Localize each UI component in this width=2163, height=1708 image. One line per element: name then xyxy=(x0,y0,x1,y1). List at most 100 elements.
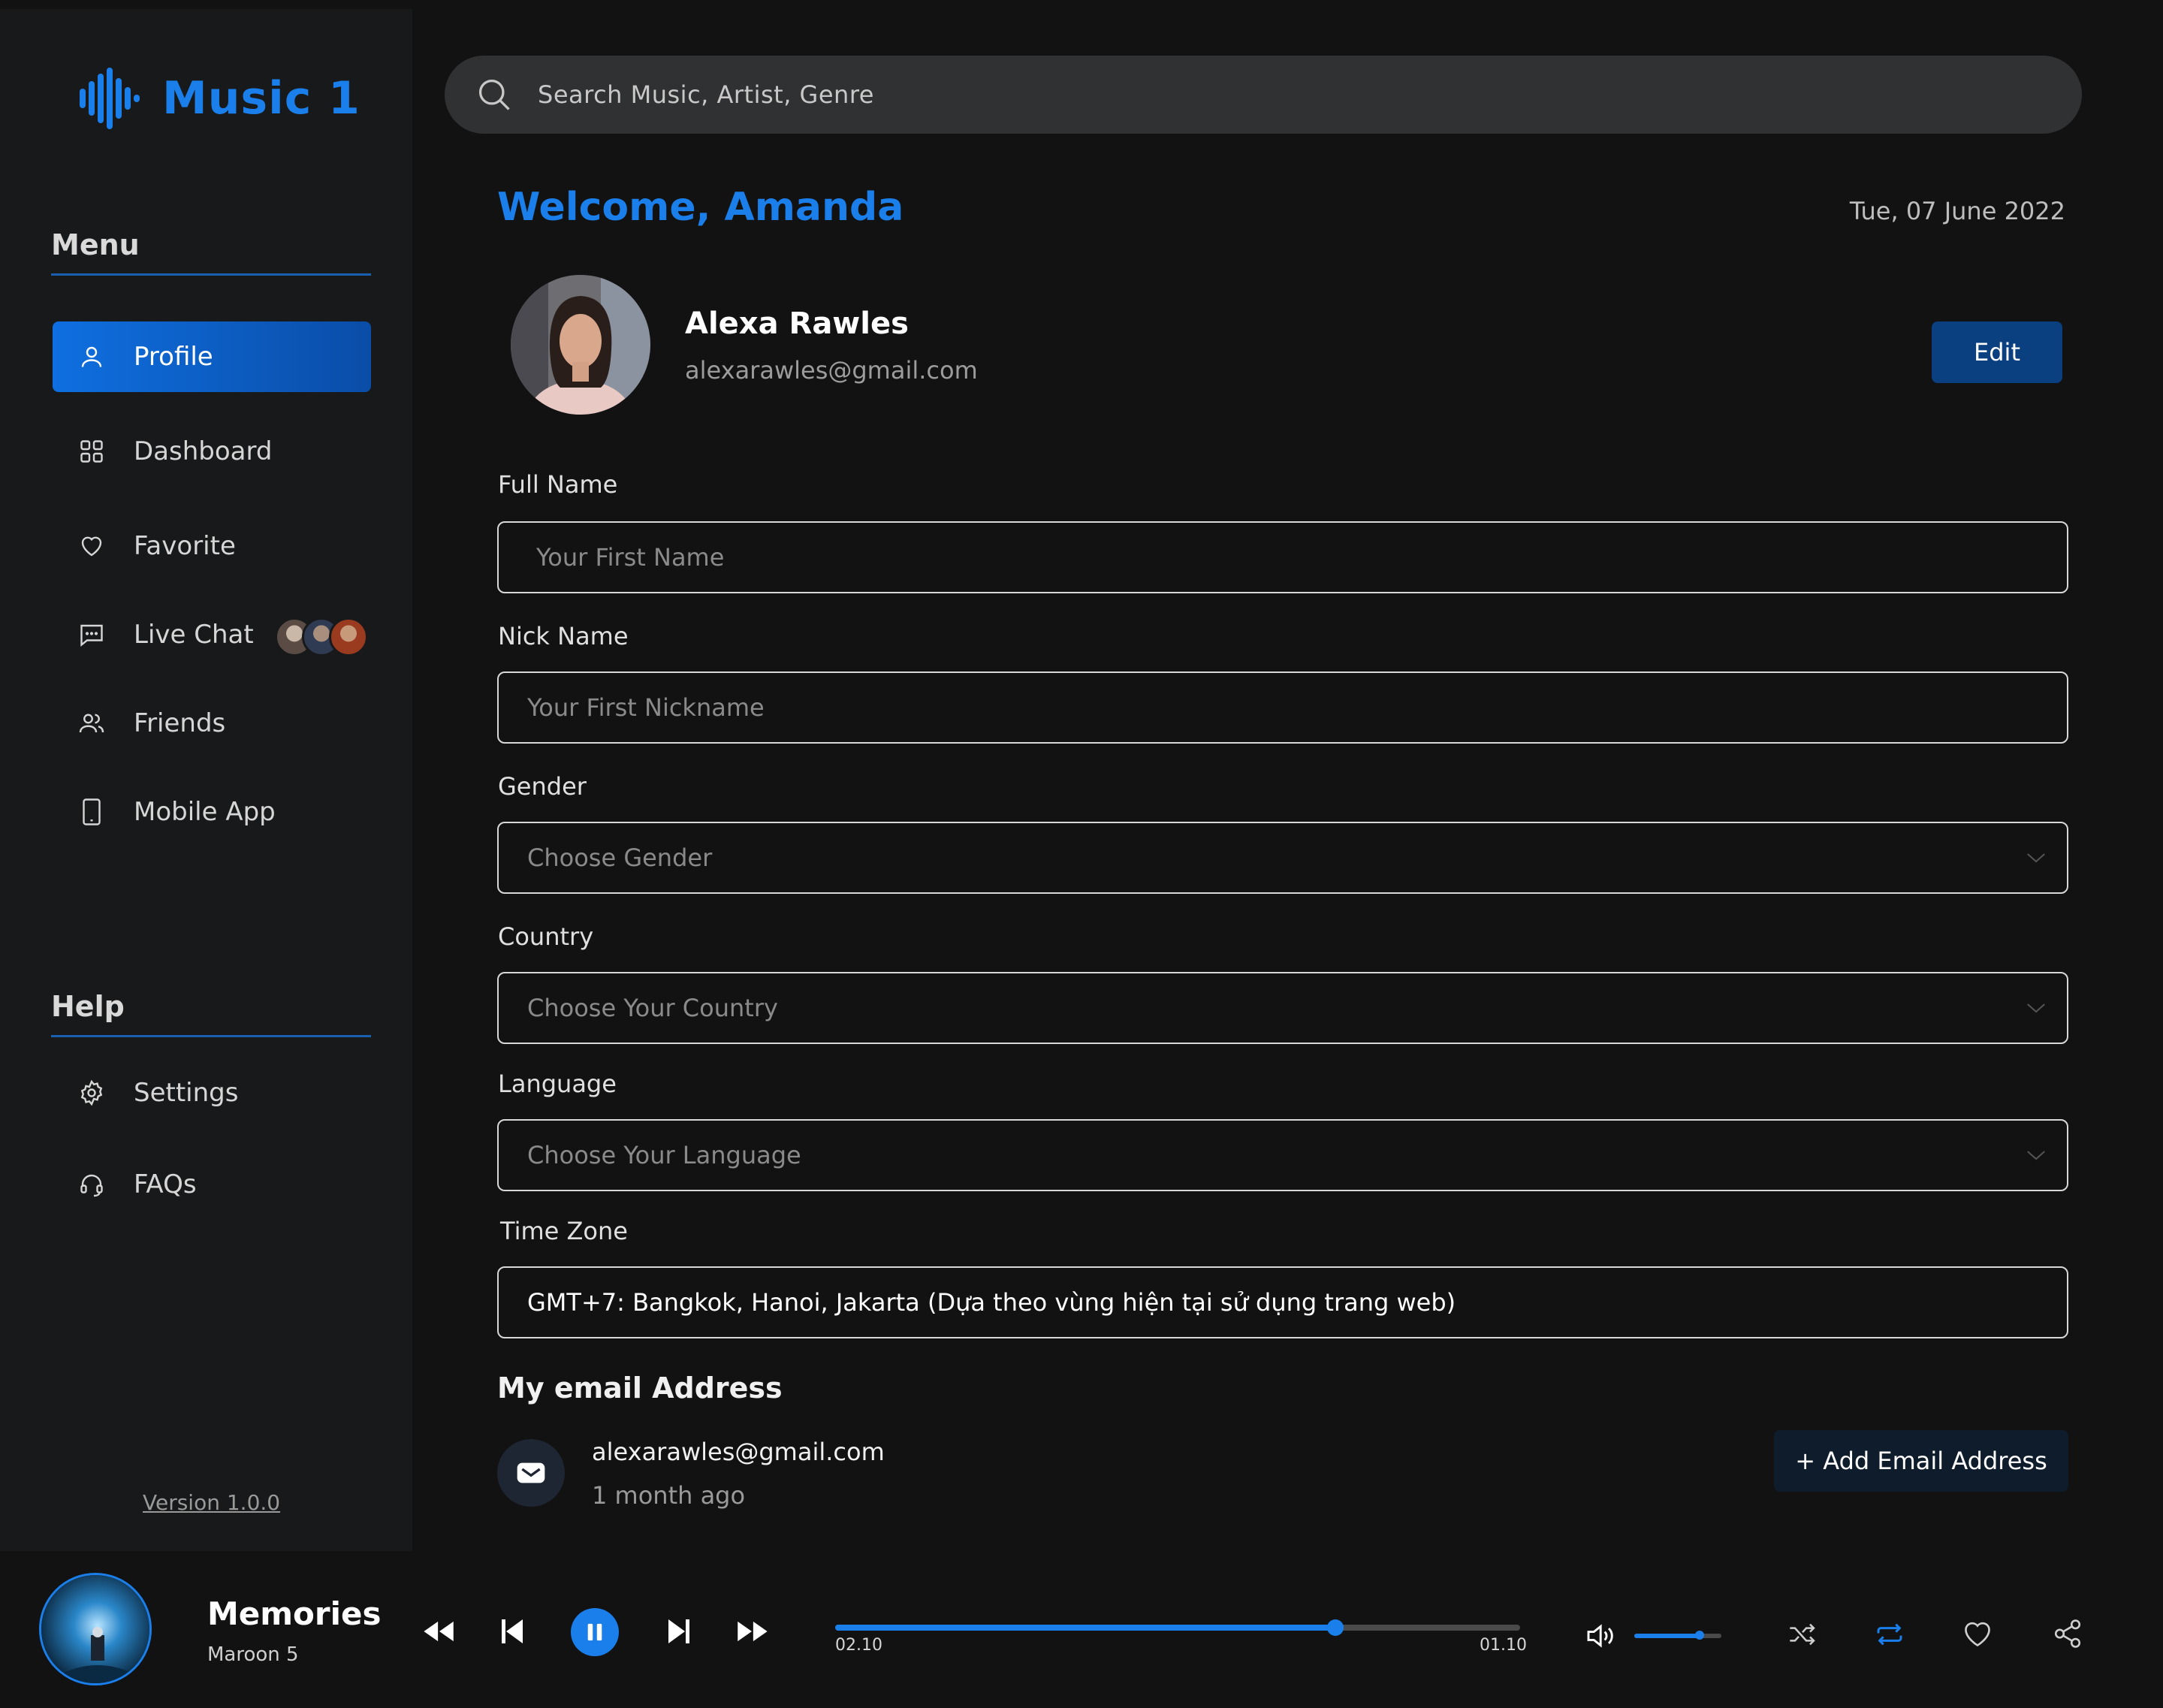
users-icon xyxy=(77,708,107,738)
previous-button[interactable] xyxy=(497,1615,527,1648)
sidebar-item-settings[interactable]: Settings xyxy=(53,1058,371,1128)
live-chat-avatars xyxy=(275,617,368,656)
country-label: Country xyxy=(498,922,594,951)
sidebar-item-live-chat[interactable]: Live Chat xyxy=(53,599,371,670)
elapsed-time: 02.10 xyxy=(835,1636,882,1655)
avatar xyxy=(511,275,650,415)
email-added-time: 1 month ago xyxy=(592,1481,746,1510)
nick-name-placeholder: Your First Nickname xyxy=(527,693,765,722)
progress-handle[interactable] xyxy=(1326,1619,1344,1636)
progress-fill xyxy=(835,1625,1335,1631)
share-button[interactable] xyxy=(2050,1616,2085,1651)
sidebar-item-label: Dashboard xyxy=(134,436,273,466)
gear-icon xyxy=(77,1078,107,1108)
heart-icon xyxy=(77,531,107,561)
email-address: alexarawles@gmail.com xyxy=(592,1438,885,1466)
sidebar-item-label: FAQs xyxy=(134,1169,197,1200)
search-bar[interactable]: Search Music, Artist, Genre xyxy=(445,56,2082,134)
menu-divider xyxy=(51,273,371,276)
chevron-down-icon xyxy=(2027,853,2045,863)
time-zone-value: GMT+7: Bangkok, Hanoi, Jakarta (Dựa theo… xyxy=(527,1288,1456,1317)
country-placeholder: Choose Your Country xyxy=(527,994,778,1022)
fast-forward-button[interactable] xyxy=(733,1616,771,1646)
grid-icon xyxy=(77,436,107,466)
sidebar-item-label: Settings xyxy=(134,1078,239,1108)
rewind-button[interactable] xyxy=(421,1616,458,1646)
gender-label: Gender xyxy=(498,772,587,801)
sidebar-item-label: Friends xyxy=(134,708,226,738)
next-button[interactable] xyxy=(664,1615,694,1648)
email-section-heading: My email Address xyxy=(497,1372,783,1405)
shuffle-button[interactable] xyxy=(1786,1619,1819,1649)
waveform-icon xyxy=(80,68,140,129)
gender-placeholder: Choose Gender xyxy=(527,843,713,872)
full-name-field[interactable]: Your First Name xyxy=(497,521,2068,593)
sidebar-item-dashboard[interactable]: Dashboard xyxy=(53,416,371,487)
heart-icon xyxy=(1965,1622,1990,1647)
like-button[interactable] xyxy=(1960,1618,1995,1649)
shuffle-icon xyxy=(1790,1623,1815,1646)
volume-handle[interactable] xyxy=(1695,1631,1704,1640)
app-name: Music 1 xyxy=(162,72,360,125)
gender-select[interactable]: Choose Gender xyxy=(497,822,2068,894)
chevron-down-icon xyxy=(2027,1003,2045,1013)
pause-icon xyxy=(587,1623,602,1641)
profile-email: alexarawles@gmail.com xyxy=(685,356,978,385)
user-icon xyxy=(77,342,107,372)
avatar xyxy=(329,617,368,656)
skip-previous-icon xyxy=(502,1619,523,1643)
help-divider xyxy=(51,1035,371,1037)
fast-forward-icon xyxy=(738,1621,768,1642)
profile-photo xyxy=(511,275,650,415)
skip-next-icon xyxy=(668,1619,689,1643)
time-zone-field[interactable]: GMT+7: Bangkok, Hanoi, Jakarta (Dựa theo… xyxy=(497,1266,2068,1338)
song-title: Memories xyxy=(207,1595,382,1632)
share-icon xyxy=(2054,1619,2081,1648)
language-placeholder: Choose Your Language xyxy=(527,1141,801,1169)
headset-icon xyxy=(77,1169,107,1200)
repeat-button[interactable] xyxy=(1873,1619,1906,1649)
sidebar-item-label: Live Chat xyxy=(134,620,254,650)
full-name-label: Full Name xyxy=(498,470,618,499)
sidebar-item-label: Mobile App xyxy=(134,797,276,827)
profile-name: Alexa Rawles xyxy=(685,306,909,341)
language-label: Language xyxy=(498,1070,617,1098)
nick-name-label: Nick Name xyxy=(498,622,629,650)
edit-button[interactable]: Edit xyxy=(1932,321,2062,383)
sidebar: Music 1 Menu Profile Dashboard Favorite … xyxy=(0,9,412,1551)
app-logo[interactable]: Music 1 xyxy=(77,66,360,131)
volume-slider[interactable] xyxy=(1634,1631,1721,1640)
album-art[interactable] xyxy=(39,1573,152,1685)
remaining-time: 01.10 xyxy=(1480,1636,1527,1655)
current-date: Tue, 07 June 2022 xyxy=(1849,197,2065,225)
pause-button[interactable] xyxy=(571,1608,619,1656)
mobile-icon xyxy=(77,797,107,827)
language-select[interactable]: Choose Your Language xyxy=(497,1119,2068,1191)
country-select[interactable]: Choose Your Country xyxy=(497,972,2068,1044)
song-artist: Maroon 5 xyxy=(207,1643,299,1666)
search-input[interactable]: Search Music, Artist, Genre xyxy=(538,80,874,109)
sidebar-item-friends[interactable]: Friends xyxy=(53,688,371,759)
album-cover xyxy=(41,1575,149,1683)
progress-bar[interactable] xyxy=(835,1619,1520,1636)
sidebar-item-label: Favorite xyxy=(134,531,236,561)
mail-icon xyxy=(497,1439,565,1507)
volume-icon xyxy=(1587,1624,1613,1648)
help-heading: Help xyxy=(51,990,125,1023)
chevron-down-icon xyxy=(2027,1151,2045,1160)
add-email-button[interactable]: + Add Email Address xyxy=(1774,1430,2068,1492)
full-name-placeholder: Your First Name xyxy=(536,543,725,572)
menu-heading: Menu xyxy=(51,228,140,261)
sidebar-item-mobile-app[interactable]: Mobile App xyxy=(53,777,371,847)
chat-icon xyxy=(77,620,107,650)
version-link[interactable]: Version 1.0.0 xyxy=(143,1490,280,1515)
volume-button[interactable] xyxy=(1585,1621,1619,1651)
nick-name-field[interactable]: Your First Nickname xyxy=(497,671,2068,744)
sidebar-item-profile[interactable]: Profile xyxy=(53,321,371,392)
search-icon xyxy=(478,79,510,110)
sidebar-item-faqs[interactable]: FAQs xyxy=(53,1149,371,1220)
sidebar-item-favorite[interactable]: Favorite xyxy=(53,511,371,581)
rewind-icon xyxy=(424,1621,454,1642)
time-zone-label: Time Zone xyxy=(500,1217,628,1245)
sidebar-item-label: Profile xyxy=(134,342,213,372)
